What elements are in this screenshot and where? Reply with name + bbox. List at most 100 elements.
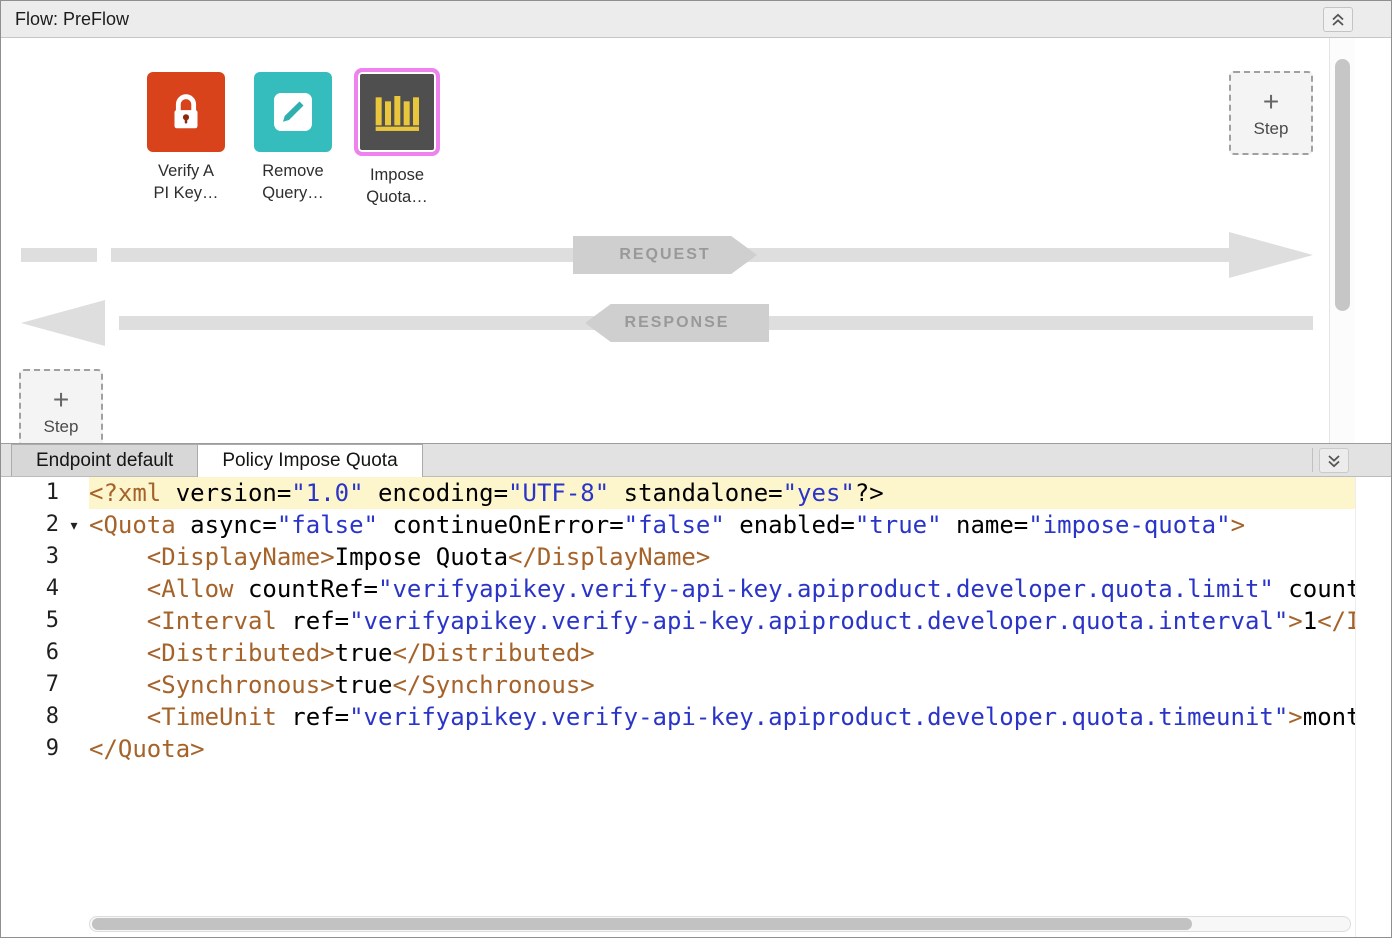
policy-tile-impose-quota[interactable] [354, 68, 440, 156]
token-str: "false" [624, 511, 725, 539]
token-str: "false" [277, 511, 378, 539]
token-attr: ref= [277, 607, 349, 635]
lock-icon [163, 89, 209, 135]
response-flow-label: RESPONSE [585, 304, 769, 342]
token-str: "verifyapikey.verify-api-key.apiproduct.… [349, 607, 1288, 635]
code-text[interactable]: <Quota async="false" continueOnError="fa… [89, 509, 1391, 541]
add-step-label: Step [1254, 119, 1289, 139]
token-plain [89, 607, 147, 635]
line-number: 2 [1, 509, 59, 541]
code-text[interactable]: <DisplayName>Impose Quota</DisplayName> [89, 541, 1391, 573]
collapse-flow-panel-button[interactable] [1323, 7, 1353, 32]
collapse-up-icon [1330, 12, 1346, 28]
token-tag: </Synchronous> [392, 671, 594, 699]
code-text[interactable]: </Quota> [89, 733, 1391, 765]
collapse-editor-panel-button[interactable] [1319, 448, 1349, 473]
token-tag: <Quota [89, 511, 176, 539]
token-str: "verifyapikey.verify-api-key.apiproduct.… [349, 703, 1288, 731]
flow-scrollbar-thumb[interactable] [1335, 59, 1350, 311]
code-line[interactable]: 7 <Synchronous>true</Synchronous> [1, 669, 1391, 701]
request-arrowhead-icon [1229, 232, 1313, 278]
token-tag: </Distributed> [392, 639, 594, 667]
plus-icon: + [1263, 88, 1279, 116]
flow-scrollbar-track[interactable] [1329, 38, 1355, 443]
add-step-button-response[interactable]: + Step [19, 369, 103, 443]
fold-spacer [59, 541, 89, 573]
token-tag: <?xml [89, 479, 176, 507]
tab-policy-impose-quota[interactable]: Policy Impose Quota [197, 444, 422, 477]
code-line[interactable]: 6 <Distributed>true</Distributed> [1, 637, 1391, 669]
code-area[interactable]: 1 <?xml version="1.0" encoding="UTF-8" st… [1, 477, 1391, 765]
line-number: 8 [1, 701, 59, 733]
line-gutter: 5 [1, 605, 89, 637]
token-attr: enabled= [725, 511, 855, 539]
token-text: true [335, 639, 393, 667]
token-text: Impose Quota [335, 543, 508, 571]
quota-bars-icon [365, 80, 429, 144]
token-tag: <Synchronous> [147, 671, 335, 699]
token-attr: version= [176, 479, 292, 507]
code-line[interactable]: 9 </Quota> [1, 733, 1391, 765]
code-line[interactable]: 1 <?xml version="1.0" encoding="UTF-8" st… [1, 477, 1391, 509]
policy-label-line: Impose [327, 164, 467, 186]
policy-impose-quota[interactable]: Impose Quota… [327, 72, 467, 208]
token-attr: encoding= [364, 479, 509, 507]
token-tag: > [1231, 511, 1245, 539]
token-tag: <TimeUnit [147, 703, 277, 731]
token-tag: <Allow [147, 575, 234, 603]
token-plain [89, 575, 147, 603]
code-line[interactable]: 4 <Allow countRef="verifyapikey.verify-a… [1, 573, 1391, 605]
token-str: "impose-quota" [1028, 511, 1230, 539]
code-line[interactable]: 5 <Interval ref="verifyapikey.verify-api… [1, 605, 1391, 637]
line-number: 4 [1, 573, 59, 605]
token-tag: </DisplayName> [508, 543, 710, 571]
line-gutter: 6 [1, 637, 89, 669]
policy-label: Impose Quota… [327, 164, 467, 208]
code-text[interactable]: <?xml version="1.0" encoding="UTF-8" sta… [89, 477, 1391, 509]
code-line[interactable]: 3 <DisplayName>Impose Quota</DisplayName… [1, 541, 1391, 573]
flow-panel-header: Flow: PreFlow [1, 1, 1391, 38]
fold-arrow-icon[interactable]: ▾ [59, 509, 89, 541]
line-gutter: 4 [1, 573, 89, 605]
line-number: 7 [1, 669, 59, 701]
policy-tile-verify-api-key[interactable] [147, 72, 225, 152]
token-plain [89, 671, 147, 699]
code-line[interactable]: 8 <TimeUnit ref="verifyapikey.verify-api… [1, 701, 1391, 733]
token-text: 1 [1303, 607, 1317, 635]
code-line[interactable]: 2▾<Quota async="false" continueOnError="… [1, 509, 1391, 541]
token-attr: standalone= [609, 479, 782, 507]
token-tag: <DisplayName> [147, 543, 335, 571]
fold-spacer [59, 701, 89, 733]
fold-spacer [59, 733, 89, 765]
flow-canvas: Verify A PI Key… Remove Query… [1, 38, 1391, 443]
fold-spacer [59, 669, 89, 701]
code-text[interactable]: <Distributed>true</Distributed> [89, 637, 1391, 669]
code-text[interactable]: <Interval ref="verifyapikey.verify-api-k… [89, 605, 1391, 637]
line-number: 9 [1, 733, 59, 765]
code-text[interactable]: <TimeUnit ref="verifyapikey.verify-api-k… [89, 701, 1391, 733]
request-bar-stub [21, 248, 97, 262]
token-str: "UTF-8" [508, 479, 609, 507]
token-attr: countRef= [234, 575, 379, 603]
pencil-icon [269, 88, 317, 136]
token-plain [89, 639, 147, 667]
token-attr: continueOnError= [378, 511, 624, 539]
api-proxy-flow-window: Flow: PreFlow Verify A PI Key… [0, 0, 1392, 938]
token-plain [89, 703, 147, 731]
token-tag: > [1288, 703, 1302, 731]
line-number: 1 [1, 477, 59, 509]
token-tag: </Quota> [89, 735, 205, 763]
tab-endpoint-default[interactable]: Endpoint default [11, 444, 198, 476]
line-gutter: 1 [1, 477, 89, 509]
line-number: 6 [1, 637, 59, 669]
line-number: 5 [1, 605, 59, 637]
code-text[interactable]: <Synchronous>true</Synchronous> [89, 669, 1391, 701]
code-editor[interactable]: 1 <?xml version="1.0" encoding="UTF-8" st… [1, 477, 1391, 937]
token-str: "yes" [783, 479, 855, 507]
policy-tile-remove-query-param[interactable] [254, 72, 332, 152]
code-text[interactable]: <Allow countRef="verifyapikey.verify-api… [89, 573, 1391, 605]
horizontal-scrollbar-thumb[interactable] [92, 918, 1192, 930]
horizontal-scrollbar[interactable] [89, 916, 1351, 932]
line-gutter: 3 [1, 541, 89, 573]
add-step-button-request[interactable]: + Step [1229, 71, 1313, 155]
